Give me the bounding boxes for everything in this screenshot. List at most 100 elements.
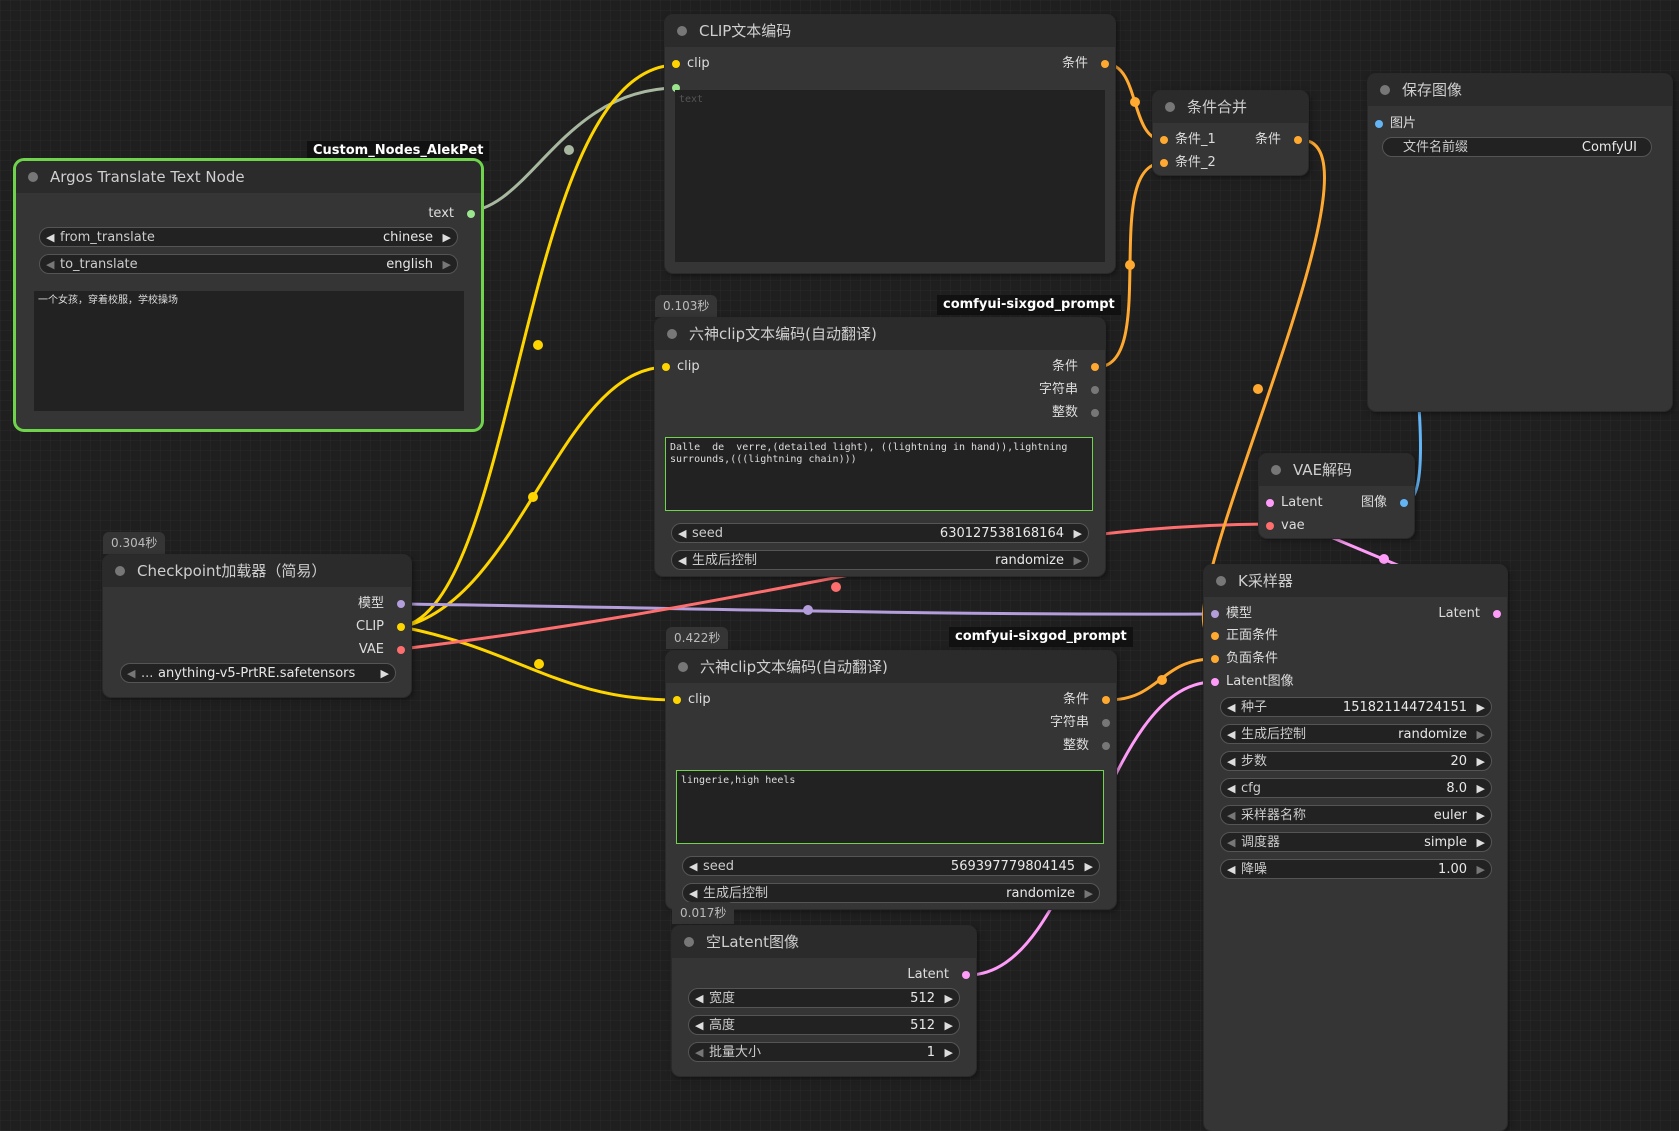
node-title[interactable]: VAE解码 [1259,454,1414,486]
output-dot[interactable] [1294,136,1302,144]
increment-arrow-icon[interactable]: ▶ [1477,806,1485,826]
node-title[interactable]: 六神clip文本编码(自动翻译) [666,651,1116,683]
decrement-arrow-icon[interactable]: ◀ [689,857,697,877]
increment-arrow-icon[interactable]: ▶ [443,255,451,275]
increment-arrow-icon[interactable]: ▶ [1477,752,1485,772]
clip-output-dot[interactable] [397,623,405,631]
increment-arrow-icon[interactable]: ▶ [945,989,953,1009]
increment-arrow-icon[interactable]: ▶ [1477,779,1485,799]
denoise-field[interactable]: ◀ 降噪 1.00 ▶ [1220,859,1492,879]
latent-output-dot[interactable] [1493,610,1501,618]
clip-input-dot[interactable] [672,60,680,68]
empty-latent-node[interactable]: 空Latent图像 Latent ◀ 宽度 512 ▶ ◀ 高度 512 ▶ ◀… [672,926,976,1076]
image-output-dot[interactable] [1400,499,1408,507]
width-field[interactable]: ◀ 宽度 512 ▶ [688,988,960,1008]
increment-arrow-icon[interactable]: ▶ [1477,698,1485,718]
filename-prefix-field[interactable]: 文件名前缀 ComfyUI [1382,137,1652,157]
image-input-dot[interactable] [1375,120,1383,128]
source-text-input[interactable]: 一个女孩，穿着校服，学校操场 [34,291,464,411]
argos-translate-node[interactable]: Argos Translate Text Node text ◀ from_tr… [16,161,481,429]
text-input[interactable]: text [675,90,1105,262]
from-translate-select[interactable]: ◀ from_translate chinese ▶ [39,227,458,247]
node-title[interactable]: 空Latent图像 [672,926,976,958]
control-after-generate-select[interactable]: ◀ 生成后控制 randomize ▶ [671,550,1089,570]
increment-arrow-icon[interactable]: ▶ [381,664,389,684]
node-title[interactable]: 条件合并 [1153,91,1308,123]
clip-input-dot[interactable] [662,363,670,371]
ksampler-node[interactable]: K采样器 模型 正面条件 负面条件 Latent图像 Latent ◀ 种子 1… [1204,565,1507,1131]
node-title[interactable]: Argos Translate Text Node [16,161,481,193]
conditioning-combine-node[interactable]: 条件合并 条件_1 条件_2 条件 [1153,91,1308,175]
latent-input-dot[interactable] [1211,678,1219,686]
increment-arrow-icon[interactable]: ▶ [1074,551,1082,571]
decrement-arrow-icon[interactable]: ◀ [1227,779,1235,799]
decrement-arrow-icon[interactable]: ◀ [695,1043,703,1063]
decrement-arrow-icon[interactable]: ◀ [1227,833,1235,853]
text-output-dot[interactable] [467,210,475,218]
increment-arrow-icon[interactable]: ▶ [1477,860,1485,880]
vae-input-dot[interactable] [1266,522,1274,530]
seed-field[interactable]: ◀ seed 630127538168164 ▶ [671,523,1089,543]
increment-arrow-icon[interactable]: ▶ [1477,833,1485,853]
seed-field[interactable]: ◀ seed 569397779804145 ▶ [682,856,1100,876]
decrement-arrow-icon[interactable]: ◀ [127,664,135,684]
model-output-dot[interactable] [397,600,405,608]
node-title[interactable]: K采样器 [1204,565,1507,597]
model-input-dot[interactable] [1211,610,1219,618]
control-after-generate-select[interactable]: ◀ 生成后控制 randomize ▶ [1220,724,1492,744]
clip-text-encode-node[interactable]: CLIP文本编码 clip 条件 text [665,15,1115,273]
increment-arrow-icon[interactable]: ▶ [945,1016,953,1036]
cfg-field[interactable]: ◀ cfg 8.0 ▶ [1220,778,1492,798]
increment-arrow-icon[interactable]: ▶ [1477,725,1485,745]
node-title[interactable]: Checkpoint加载器（简易） [103,555,411,587]
increment-arrow-icon[interactable]: ▶ [443,228,451,248]
scheduler-select[interactable]: ◀ 调度器 simple ▶ [1220,832,1492,852]
decrement-arrow-icon[interactable]: ◀ [1227,698,1235,718]
sixgod-clip-encode-node-1[interactable]: 六神clip文本编码(自动翻译) clip 条件 字符串 整数 Dalle de… [655,318,1105,576]
decrement-arrow-icon[interactable]: ◀ [1227,725,1235,745]
positive-input-dot[interactable] [1211,632,1219,640]
output-dot[interactable] [1101,60,1109,68]
cond-output-dot[interactable] [1091,363,1099,371]
string-output-dot[interactable] [1102,719,1110,727]
steps-field[interactable]: ◀ 步数 20 ▶ [1220,751,1492,771]
int-output-dot[interactable] [1091,409,1099,417]
latent-output-dot[interactable] [962,971,970,979]
negative-input-dot[interactable] [1211,655,1219,663]
sampler-name-select[interactable]: ◀ 采样器名称 euler ▶ [1220,805,1492,825]
decrement-arrow-icon[interactable]: ◀ [678,551,686,571]
decrement-arrow-icon[interactable]: ◀ [1227,806,1235,826]
cond1-input-dot[interactable] [1160,136,1168,144]
decrement-arrow-icon[interactable]: ◀ [46,255,54,275]
clip-input-dot[interactable] [673,696,681,704]
checkpoint-select[interactable]: ◀ ... anything-v5-PrtRE.safetensors ▶ [120,663,396,683]
decrement-arrow-icon[interactable]: ◀ [1227,752,1235,772]
prompt-text-input[interactable]: lingerie,high heels [676,770,1104,844]
vae-output-dot[interactable] [397,646,405,654]
decrement-arrow-icon[interactable]: ◀ [695,989,703,1009]
increment-arrow-icon[interactable]: ▶ [1085,884,1093,904]
prompt-text-input[interactable]: Dalle de verre,(detailed light), ((light… [665,437,1093,511]
batch-size-field[interactable]: ◀ 批量大小 1 ▶ [688,1042,960,1062]
decrement-arrow-icon[interactable]: ◀ [695,1016,703,1036]
to-translate-select[interactable]: ◀ to_translate english ▶ [39,254,458,274]
int-output-dot[interactable] [1102,742,1110,750]
cond2-input-dot[interactable] [1160,159,1168,167]
cond-output-dot[interactable] [1102,696,1110,704]
save-image-node[interactable]: 保存图像 图片 文件名前缀 ComfyUI [1368,74,1672,411]
node-title[interactable]: 保存图像 [1368,74,1672,106]
node-title[interactable]: 六神clip文本编码(自动翻译) [655,318,1105,350]
control-after-generate-select[interactable]: ◀ 生成后控制 randomize ▶ [682,883,1100,903]
decrement-arrow-icon[interactable]: ◀ [689,884,697,904]
increment-arrow-icon[interactable]: ▶ [1074,524,1082,544]
node-title[interactable]: CLIP文本编码 [665,15,1115,47]
seed-field[interactable]: ◀ 种子 151821144724151 ▶ [1220,697,1492,717]
decrement-arrow-icon[interactable]: ◀ [1227,860,1235,880]
decrement-arrow-icon[interactable]: ◀ [678,524,686,544]
decrement-arrow-icon[interactable]: ◀ [46,228,54,248]
vae-decode-node[interactable]: VAE解码 Latent vae 图像 [1259,454,1414,538]
latent-input-dot[interactable] [1266,499,1274,507]
increment-arrow-icon[interactable]: ▶ [945,1043,953,1063]
checkpoint-loader-node[interactable]: Checkpoint加载器（简易） 模型 CLIP VAE ◀ ... anyt… [103,555,411,697]
height-field[interactable]: ◀ 高度 512 ▶ [688,1015,960,1035]
